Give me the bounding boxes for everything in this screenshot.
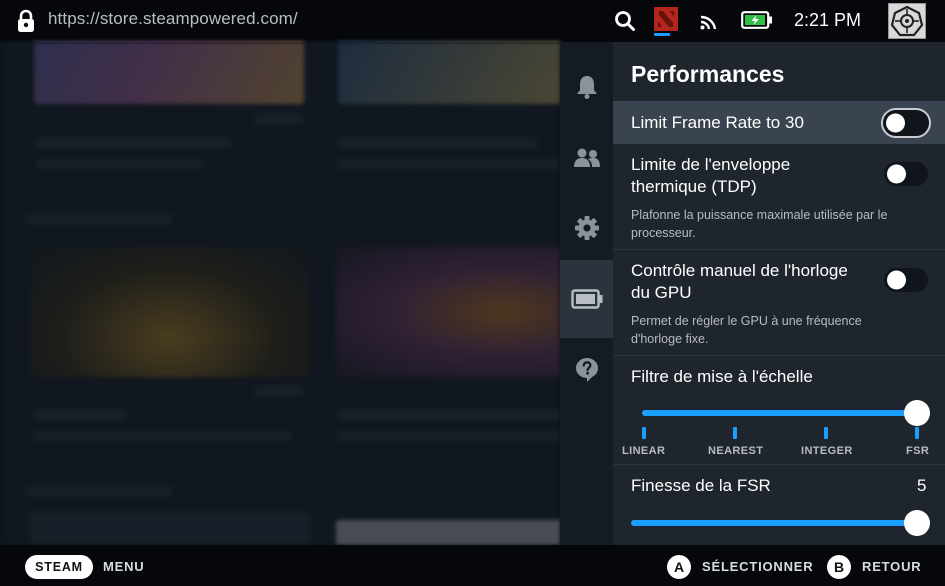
a-button-icon[interactable]: A: [667, 555, 691, 579]
b-button-icon[interactable]: B: [827, 555, 851, 579]
rail-item-performance[interactable]: [560, 260, 613, 338]
steam-button[interactable]: STEAM: [25, 555, 93, 579]
gpu-description-line2: d'horloge fixe.: [631, 332, 709, 346]
limit-frame-rate-row[interactable]: Limit Frame Rate to 30: [613, 101, 945, 144]
fsr-sharpness-value: 5: [917, 476, 927, 495]
steam-deck-screen: https://store.steampowered.com/ 2:21 PM: [0, 0, 945, 586]
scaling-option-linear[interactable]: LINEAR: [622, 445, 665, 457]
select-label: SÉLECTIONNER: [702, 559, 814, 574]
scaling-notch: [915, 427, 919, 439]
tdp-toggle[interactable]: [884, 162, 928, 186]
scaling-filter-track[interactable]: [642, 410, 918, 416]
game-running-indicator: [654, 33, 670, 36]
bottom-bar: STEAM MENU A SÉLECTIONNER B RETOUR: [0, 545, 945, 586]
scaling-notch: [642, 427, 646, 439]
gpu-clock-row[interactable]: Contrôle manuel de l'horloge du GPU Perm…: [613, 250, 945, 355]
scaling-notch: [733, 427, 737, 439]
quick-access-rail: [560, 42, 613, 545]
battery-charging-icon[interactable]: [741, 11, 773, 29]
rail-item-help[interactable]: [560, 345, 613, 395]
gpu-description-line1: Permet de régler le GPU à une fréquence: [631, 314, 862, 328]
limit-frame-rate-toggle[interactable]: [881, 108, 931, 138]
gpu-label-line1: Contrôle manuel de l'horloge: [631, 261, 848, 280]
scaling-filter-label: Filtre de mise à l'échelle: [631, 367, 813, 386]
top-bar: https://store.steampowered.com/ 2:21 PM: [0, 0, 945, 42]
toggle-knob: [886, 113, 905, 133]
rail-item-friends[interactable]: [560, 133, 613, 183]
avatar[interactable]: [888, 3, 926, 39]
toggle-knob: [887, 164, 906, 184]
tdp-row[interactable]: Limite de l'enveloppe thermique (TDP) Pl…: [613, 144, 945, 249]
gear-icon: [574, 216, 599, 240]
gpu-clock-toggle[interactable]: [884, 268, 928, 292]
limit-frame-rate-label: Limit Frame Rate to 30: [631, 113, 804, 132]
search-icon[interactable]: [614, 10, 636, 32]
panel-title: Performances: [631, 61, 785, 87]
battery-icon: [570, 289, 602, 309]
fsr-sharpness-label: Finesse de la FSR: [631, 476, 771, 495]
tdp-description-line1: Plafonne la puissance maximale utilisée …: [631, 208, 888, 222]
address-bar[interactable]: https://store.steampowered.com/: [48, 9, 298, 29]
overlay-dim: [0, 42, 560, 545]
game-running-icon[interactable]: [654, 7, 678, 31]
rail-item-settings[interactable]: [560, 203, 613, 253]
scaling-filter-handle[interactable]: [904, 400, 930, 426]
tdp-description-line2: processeur.: [631, 226, 696, 240]
performance-panel: Performances Limit Frame Rate to 30 Limi…: [613, 42, 945, 545]
scaling-notch: [824, 427, 828, 439]
tdp-label-line2: thermique (TDP): [631, 177, 757, 196]
clock: 2:21 PM: [794, 10, 862, 30]
help-icon: [575, 358, 598, 382]
gpu-label-line2: du GPU: [631, 283, 692, 302]
back-label: RETOUR: [862, 559, 922, 574]
scaling-option-nearest[interactable]: NEAREST: [708, 445, 763, 457]
rail-item-notifications[interactable]: [560, 62, 613, 112]
menu-label: MENU: [103, 559, 145, 574]
bell-icon: [576, 76, 597, 99]
fsr-sharpness-track[interactable]: [631, 520, 919, 526]
wifi-icon[interactable]: [698, 11, 720, 31]
scaling-option-fsr[interactable]: FSR: [906, 445, 929, 457]
scaling-filter-row: Filtre de mise à l'échelle LINEAR NEARES…: [613, 356, 945, 464]
fsr-sharpness-handle[interactable]: [904, 510, 930, 536]
friends-icon: [573, 148, 600, 167]
lock-icon: [18, 9, 34, 32]
tdp-label-line1: Limite de l'enveloppe: [631, 155, 791, 174]
toggle-knob: [887, 270, 906, 290]
scaling-option-integer[interactable]: INTEGER: [801, 445, 853, 457]
fsr-sharpness-row: Finesse de la FSR 5: [613, 465, 945, 545]
